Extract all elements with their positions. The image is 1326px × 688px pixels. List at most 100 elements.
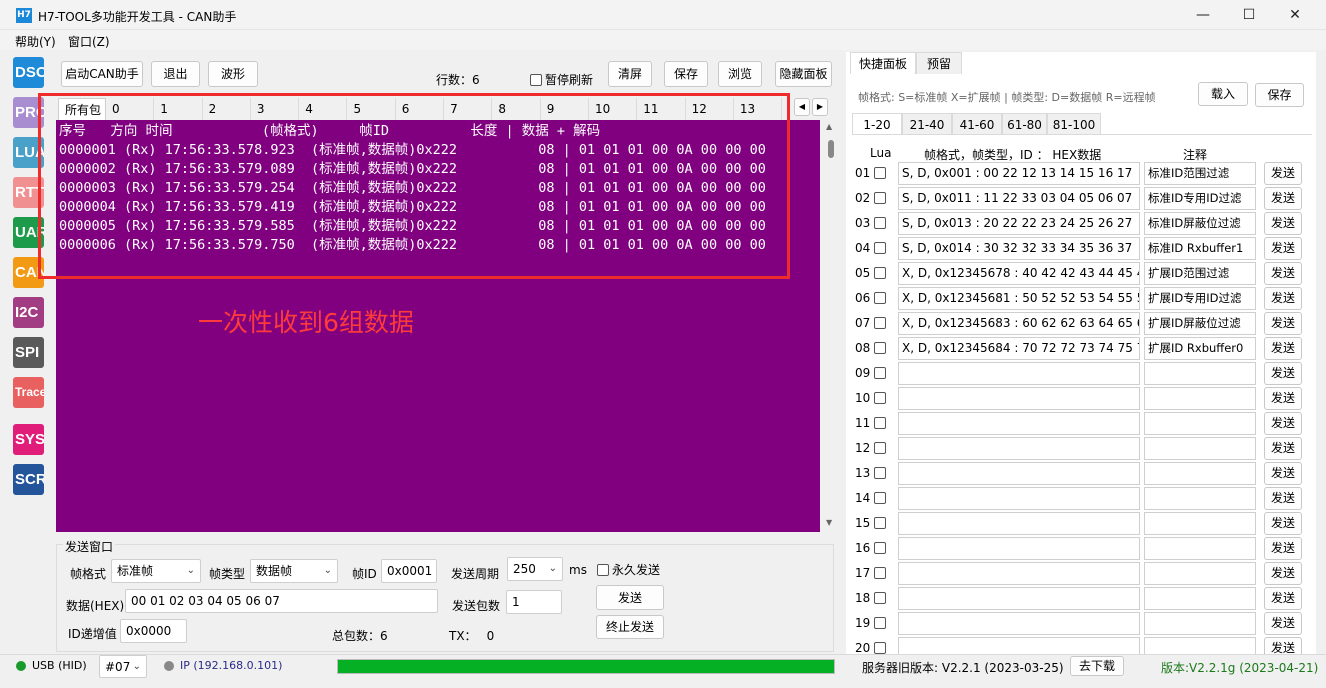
download-button[interactable]: 去下载 bbox=[1070, 656, 1124, 676]
lua-checkbox[interactable] bbox=[874, 542, 886, 554]
lua-checkbox[interactable] bbox=[874, 492, 886, 504]
quick-send-row: 05 X, D, 0x12345678 : 40 42 42 43 44 45 4… bbox=[852, 262, 1312, 287]
note-input[interactable] bbox=[1144, 412, 1256, 435]
note-input[interactable] bbox=[1144, 587, 1256, 610]
note-input[interactable] bbox=[1144, 637, 1256, 654]
lua-checkbox[interactable] bbox=[874, 317, 886, 329]
note-input[interactable]: 标准ID专用ID过滤 bbox=[1144, 187, 1256, 210]
row-send-button[interactable]: 发送 bbox=[1264, 162, 1302, 185]
quick-send-row: 09 发送 bbox=[852, 362, 1312, 387]
lua-checkbox[interactable] bbox=[874, 192, 886, 204]
row-number: 05 bbox=[855, 266, 871, 280]
lua-checkbox[interactable] bbox=[874, 592, 886, 604]
note-input[interactable]: 扩展ID Rxbuffer0 bbox=[1144, 337, 1256, 360]
row-send-button[interactable]: 发送 bbox=[1264, 412, 1302, 435]
note-input[interactable]: 标准ID Rxbuffer1 bbox=[1144, 237, 1256, 260]
frame-data-input[interactable] bbox=[898, 512, 1140, 535]
frame-data-input[interactable]: X, D, 0x12345678 : 40 42 42 43 44 45 46 bbox=[898, 262, 1140, 285]
frame-data-input[interactable] bbox=[898, 487, 1140, 510]
lua-checkbox[interactable] bbox=[874, 467, 886, 479]
row-send-button[interactable]: 发送 bbox=[1264, 312, 1302, 335]
frame-data-input[interactable]: S, D, 0x014 : 30 32 32 33 34 35 36 37 bbox=[898, 237, 1140, 260]
row-send-button[interactable]: 发送 bbox=[1264, 487, 1302, 510]
frame-data-input[interactable] bbox=[898, 387, 1140, 410]
row-send-button[interactable]: 发送 bbox=[1264, 362, 1302, 385]
lua-checkbox[interactable] bbox=[874, 242, 886, 254]
lua-checkbox[interactable] bbox=[874, 417, 886, 429]
note-input[interactable]: 扩展ID屏蔽位过滤 bbox=[1144, 312, 1256, 335]
server-version: 服务器旧版本: V2.2.1 (2023-03-25) bbox=[862, 661, 1064, 675]
usb-status-icon bbox=[16, 661, 26, 671]
frame-data-input[interactable] bbox=[898, 362, 1140, 385]
quick-send-row: 02 S, D, 0x011 : 11 22 33 03 04 05 06 07 标… bbox=[852, 187, 1312, 212]
row-send-button[interactable]: 发送 bbox=[1264, 562, 1302, 585]
note-input[interactable]: 扩展ID范围过滤 bbox=[1144, 262, 1256, 285]
quick-send-row: 11 发送 bbox=[852, 412, 1312, 437]
frame-data-input[interactable] bbox=[898, 437, 1140, 460]
device-select[interactable]: #07 ⌄ bbox=[99, 655, 147, 678]
frame-data-input[interactable] bbox=[898, 637, 1140, 654]
lua-checkbox[interactable] bbox=[874, 567, 886, 579]
row-send-button[interactable]: 发送 bbox=[1264, 187, 1302, 210]
note-input[interactable] bbox=[1144, 437, 1256, 460]
frame-data-input[interactable]: S, D, 0x013 : 20 22 22 23 24 25 26 27 bbox=[898, 212, 1140, 235]
note-input[interactable] bbox=[1144, 562, 1256, 585]
quick-send-row: 14 发送 bbox=[852, 487, 1312, 512]
row-send-button[interactable]: 发送 bbox=[1264, 212, 1302, 235]
quick-send-row: 20 发送 bbox=[852, 637, 1312, 654]
note-input[interactable] bbox=[1144, 612, 1256, 635]
lua-checkbox[interactable] bbox=[874, 617, 886, 629]
lua-checkbox[interactable] bbox=[874, 292, 886, 304]
frame-data-input[interactable]: X, D, 0x12345683 : 60 62 62 63 64 65 66 bbox=[898, 312, 1140, 335]
frame-data-input[interactable] bbox=[898, 562, 1140, 585]
row-send-button[interactable]: 发送 bbox=[1264, 387, 1302, 410]
row-send-button[interactable]: 发送 bbox=[1264, 462, 1302, 485]
row-send-button[interactable]: 发送 bbox=[1264, 637, 1302, 654]
row-send-button[interactable]: 发送 bbox=[1264, 237, 1302, 260]
row-send-button[interactable]: 发送 bbox=[1264, 262, 1302, 285]
lua-checkbox[interactable] bbox=[874, 642, 886, 654]
frame-data-input[interactable] bbox=[898, 587, 1140, 610]
quick-send-row: 16 发送 bbox=[852, 537, 1312, 562]
note-input[interactable]: 扩展ID专用ID过滤 bbox=[1144, 287, 1256, 310]
frame-data-input[interactable] bbox=[898, 462, 1140, 485]
lua-checkbox[interactable] bbox=[874, 517, 886, 529]
row-number: 20 bbox=[855, 641, 871, 654]
row-number: 12 bbox=[855, 441, 871, 455]
note-input[interactable] bbox=[1144, 362, 1256, 385]
row-send-button[interactable]: 发送 bbox=[1264, 537, 1302, 560]
device-value: #07 bbox=[105, 660, 131, 674]
usb-status: USB (HID) bbox=[32, 659, 87, 672]
note-input[interactable] bbox=[1144, 387, 1256, 410]
lua-checkbox[interactable] bbox=[874, 367, 886, 379]
note-input[interactable] bbox=[1144, 462, 1256, 485]
note-input[interactable]: 标准ID屏蔽位过滤 bbox=[1144, 212, 1256, 235]
lua-checkbox[interactable] bbox=[874, 267, 886, 279]
note-input[interactable] bbox=[1144, 512, 1256, 535]
row-number: 03 bbox=[855, 216, 871, 230]
frame-data-input[interactable] bbox=[898, 537, 1140, 560]
lua-checkbox[interactable] bbox=[874, 392, 886, 404]
row-number: 10 bbox=[855, 391, 871, 405]
row-send-button[interactable]: 发送 bbox=[1264, 337, 1302, 360]
frame-data-input[interactable] bbox=[898, 612, 1140, 635]
frame-data-input[interactable]: X, D, 0x12345681 : 50 52 52 53 54 55 56 bbox=[898, 287, 1140, 310]
frame-data-input[interactable]: S, D, 0x001 : 00 22 12 13 14 15 16 17 bbox=[898, 162, 1140, 185]
row-send-button[interactable]: 发送 bbox=[1264, 512, 1302, 535]
note-input[interactable] bbox=[1144, 537, 1256, 560]
frame-data-input[interactable]: S, D, 0x011 : 11 22 33 03 04 05 06 07 bbox=[898, 187, 1140, 210]
row-send-button[interactable]: 发送 bbox=[1264, 287, 1302, 310]
lua-checkbox[interactable] bbox=[874, 217, 886, 229]
note-input[interactable] bbox=[1144, 487, 1256, 510]
note-input[interactable]: 标准ID范围过滤 bbox=[1144, 162, 1256, 185]
lua-checkbox[interactable] bbox=[874, 442, 886, 454]
quick-send-row: 17 发送 bbox=[852, 562, 1312, 587]
frame-data-input[interactable]: X, D, 0x12345684 : 70 72 72 73 74 75 76 bbox=[898, 337, 1140, 360]
row-send-button[interactable]: 发送 bbox=[1264, 612, 1302, 635]
row-send-button[interactable]: 发送 bbox=[1264, 437, 1302, 460]
lua-checkbox[interactable] bbox=[874, 167, 886, 179]
row-send-button[interactable]: 发送 bbox=[1264, 587, 1302, 610]
frame-data-input[interactable] bbox=[898, 412, 1140, 435]
quick-send-row: 12 发送 bbox=[852, 437, 1312, 462]
lua-checkbox[interactable] bbox=[874, 342, 886, 354]
